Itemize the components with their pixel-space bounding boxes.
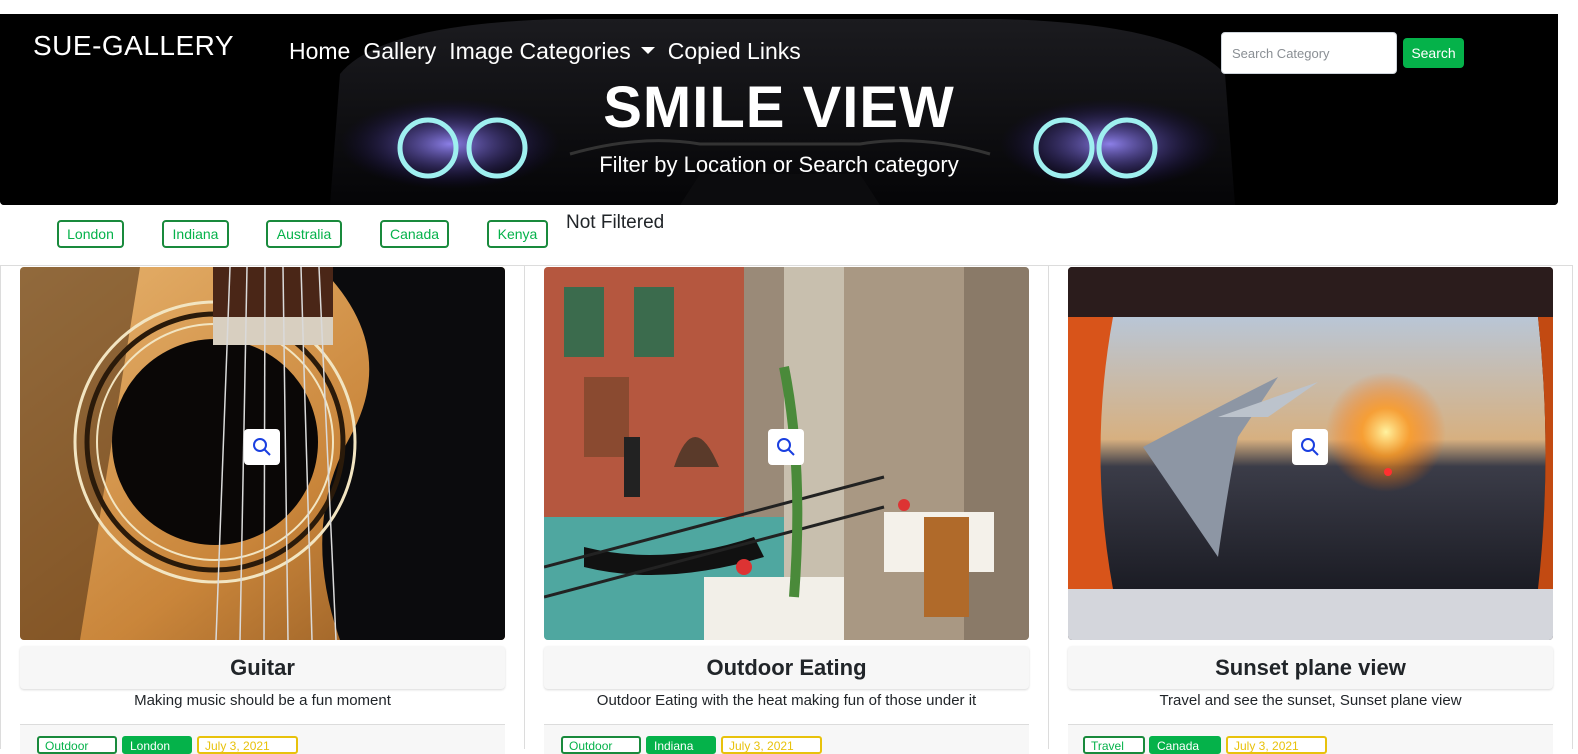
brand-logo-text[interactable]: SUE-GALLERY — [33, 30, 234, 62]
filter-indiana-button[interactable]: Indiana — [162, 220, 229, 248]
card-title: Guitar — [20, 646, 505, 689]
location-badge[interactable]: London — [122, 736, 192, 754]
date-badge: July 3, 2021 — [197, 736, 298, 754]
nav-image-categories[interactable]: Image Categories — [449, 38, 655, 65]
category-badge[interactable]: Outdoor — [561, 736, 641, 754]
filter-london-button[interactable]: London — [57, 220, 124, 248]
browser-top-strip — [0, 0, 1578, 14]
card-footer: Travel Canada July 3, 2021 — [1068, 724, 1553, 754]
hero-header: SUE-GALLERY Home Gallery Image Categorie… — [0, 14, 1558, 205]
gallery-card: Guitar Making music should be a fun mome… — [0, 265, 525, 754]
category-badge[interactable]: Outdoor — [37, 736, 117, 754]
filter-australia-button[interactable]: Australia — [266, 220, 342, 248]
location-badge[interactable]: Canada — [1149, 736, 1221, 754]
card-footer: Outdoor London July 3, 2021 — [20, 724, 505, 754]
filter-kenya-button[interactable]: Kenya — [487, 220, 548, 248]
gallery-card: Outdoor Eating Outdoor Eating with the h… — [524, 265, 1049, 754]
card-image-outdoor-eating[interactable] — [544, 267, 1029, 640]
search-icon — [1301, 438, 1319, 456]
caret-down-icon — [640, 47, 655, 55]
search-icon — [253, 438, 271, 456]
date-badge: July 3, 2021 — [721, 736, 822, 754]
search-icon-button[interactable] — [1292, 429, 1328, 465]
category-badge[interactable]: Travel — [1083, 736, 1145, 754]
nav-copied-links[interactable]: Copied Links — [668, 38, 801, 65]
search-button[interactable]: Search — [1403, 38, 1464, 68]
location-badge[interactable]: Indiana — [646, 736, 716, 754]
card-title: Sunset plane view — [1068, 646, 1553, 689]
card-image-guitar[interactable] — [20, 267, 505, 640]
search-icon — [777, 438, 795, 456]
gallery-card: Sunset plane view Travel and see the sun… — [1048, 265, 1573, 754]
filter-status-text: Not Filtered — [566, 212, 665, 233]
page-subtitle: Filter by Location or Search category — [599, 152, 959, 177]
nav-home[interactable]: Home — [289, 38, 350, 65]
search-icon-button[interactable] — [768, 429, 804, 465]
main-nav: Home Gallery Image Categories Copied Lin… — [289, 38, 801, 65]
card-description: Making music should be a fun moment — [134, 692, 391, 709]
filter-canada-button[interactable]: Canada — [380, 220, 449, 248]
search-category-input[interactable] — [1221, 32, 1397, 74]
date-badge: July 3, 2021 — [1226, 736, 1327, 754]
card-title: Outdoor Eating — [544, 646, 1029, 689]
card-footer: Outdoor Indiana July 3, 2021 — [544, 724, 1029, 754]
page-title: SMILE VIEW — [603, 75, 955, 140]
location-filters: London Indiana Australia Canada Kenya No… — [0, 205, 1578, 265]
gallery-cards: Guitar Making music should be a fun mome… — [0, 265, 1578, 754]
search-icon-button[interactable] — [244, 429, 280, 465]
card-description: Travel and see the sunset, Sunset plane … — [1159, 692, 1462, 709]
card-description: Outdoor Eating with the heat making fun … — [596, 692, 977, 709]
nav-image-categories-label: Image Categories — [449, 38, 631, 64]
card-image-sunset-plane[interactable] — [1068, 267, 1553, 640]
nav-gallery[interactable]: Gallery — [363, 38, 436, 65]
